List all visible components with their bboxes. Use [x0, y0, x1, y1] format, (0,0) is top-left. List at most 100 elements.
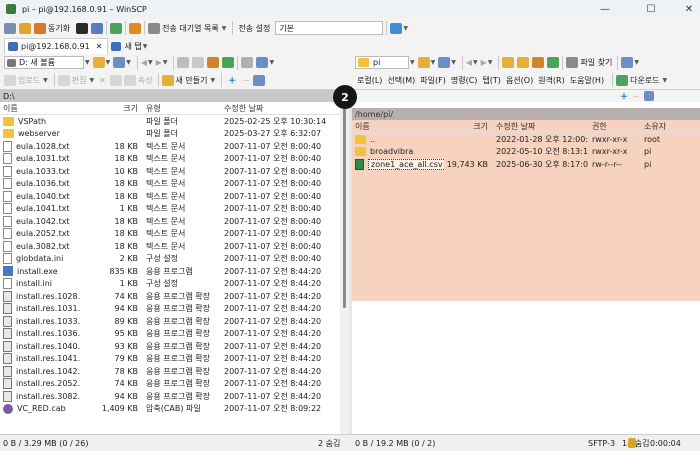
upload-icon[interactable] [4, 74, 16, 86]
download-button[interactable]: 다운로드 [630, 75, 659, 86]
local-file-row[interactable]: eula.1036.txt 18 KB 텍스트 문서 2007-11-07 오전… [0, 178, 340, 191]
remote-view-icon[interactable] [621, 57, 634, 68]
parent-dir-icon[interactable] [177, 57, 190, 68]
local-file-row[interactable]: webserver 파일 폴더 2025-03-27 오후 6:32:07 [0, 128, 340, 141]
menu-file[interactable]: 파일(F) [420, 75, 446, 86]
compare-icon[interactable] [19, 22, 31, 34]
session-icon[interactable] [4, 22, 16, 34]
menu-remote[interactable]: 원격(R) [538, 75, 565, 86]
remote-open-icon[interactable] [417, 57, 430, 68]
remote-back-icon[interactable]: ◀ [466, 58, 472, 67]
find-icon[interactable] [241, 57, 254, 68]
remote-filter-icon[interactable] [438, 57, 451, 68]
col-modified[interactable]: 수정한 날짜 [492, 121, 588, 132]
select-minus-icon[interactable]: － [242, 75, 250, 86]
col-rights[interactable]: 권한 [588, 121, 640, 132]
local-file-row[interactable]: install.res.3082.dll 94 KB 응용 프로그램 확장 20… [0, 390, 340, 403]
home-icon[interactable] [207, 57, 220, 68]
remote-file-row[interactable]: zone1_ace_all.csv 19,743 KB 2025-06-30 오… [352, 158, 700, 171]
col-owner[interactable]: 소유자 [640, 121, 680, 132]
local-file-row[interactable]: install.res.1028.dll 74 KB 응용 프로그램 확장 20… [0, 290, 340, 303]
remote-refresh-icon[interactable] [547, 57, 560, 68]
tab-new-chevron-icon[interactable]: ▼ [143, 43, 148, 50]
local-scrollbar-thumb[interactable] [343, 108, 346, 308]
local-scrollbar[interactable] [340, 102, 349, 434]
col-type[interactable]: 유형 [142, 103, 220, 114]
remote-dir-select[interactable]: pi [355, 56, 409, 69]
menu-help[interactable]: 도움말(H) [570, 75, 604, 86]
menu-tab[interactable]: 탭(T) [482, 75, 501, 86]
queue-chevron-down-icon[interactable]: ▼ [222, 25, 227, 32]
local-file-row[interactable]: install.res.2052.dll 74 KB 응용 프로그램 확장 20… [0, 378, 340, 391]
col-size[interactable]: 크기 [80, 103, 142, 114]
local-file-row[interactable]: VSPath 파일 폴더 2025-02-25 오후 10:30:14 [0, 115, 340, 128]
upload-button[interactable]: 업로드 [18, 75, 40, 86]
refresh-left-icon[interactable] [222, 57, 235, 68]
filter-icon[interactable] [113, 57, 126, 68]
local-file-row[interactable]: install.ini 1 KB 구성 설정 2007-11-07 오전 8:4… [0, 278, 340, 291]
filter-chevron-icon[interactable]: ▼ [126, 59, 131, 66]
open-folder-chevron-icon[interactable]: ▼ [106, 59, 111, 66]
minimize-button[interactable]: — [586, 0, 624, 18]
maximize-button[interactable]: ☐ [632, 0, 670, 18]
remote-forward-icon[interactable]: ▶ [481, 58, 487, 67]
properties-icon[interactable] [123, 74, 136, 86]
root-dir-icon[interactable] [192, 57, 205, 68]
menu-select[interactable]: 선택(M) [387, 75, 415, 86]
local-file-row[interactable]: install.res.1042.dll 78 KB 응용 프로그램 확장 20… [0, 365, 340, 378]
remote-select-filter-icon[interactable] [644, 91, 654, 101]
tab-session[interactable]: pi@192.168.0.91 ✕ [4, 38, 109, 54]
local-file-row[interactable]: eula.3082.txt 18 KB 텍스트 문서 2007-11-07 오전… [0, 240, 340, 253]
col-name[interactable]: 이름 [0, 103, 80, 114]
select-filter-icon[interactable] [253, 74, 266, 86]
transfer-preset-select[interactable]: 기본 [275, 21, 384, 35]
drive-chevron-icon[interactable]: ▼ [85, 59, 90, 66]
local-file-row[interactable]: VC_RED.cab 1,409 KB 압축(CAB) 파일 2007-11-0… [0, 403, 340, 416]
col-name[interactable]: 이름 [352, 121, 444, 132]
find-files-icon[interactable] [566, 57, 579, 68]
console-icon[interactable] [76, 22, 89, 34]
local-file-row[interactable]: eula.1040.txt 18 KB 텍스트 문서 2007-11-07 오전… [0, 190, 340, 203]
edit-button[interactable]: 편집 [72, 75, 87, 86]
remote-root-icon[interactable] [517, 57, 530, 68]
putty-icon[interactable] [91, 22, 104, 34]
transfer-options-chevron-icon[interactable]: ▼ [403, 25, 408, 32]
local-file-row[interactable]: globdata.ini 2 KB 구성 설정 2007-11-07 오전 8:… [0, 253, 340, 266]
local-file-row[interactable]: install.exe 835 KB 응용 프로그램 2007-11-07 오전… [0, 265, 340, 278]
new-icon[interactable] [161, 74, 174, 86]
remote-file-row[interactable]: .. 2022-01-28 오후 12:00:38 rwxr-xr-x root [352, 133, 700, 146]
new-chevron-icon[interactable]: ▼ [211, 77, 216, 84]
local-file-row[interactable]: install.res.1041.dll 79 KB 응용 프로그램 확장 20… [0, 353, 340, 366]
local-file-row[interactable]: eula.1033.txt 10 KB 텍스트 문서 2007-11-07 오전… [0, 165, 340, 178]
local-path[interactable]: D:\ [0, 90, 349, 102]
col-modified[interactable]: 수정한 날짜 [220, 103, 330, 114]
local-file-row[interactable]: eula.1042.txt 18 KB 텍스트 문서 2007-11-07 오전… [0, 215, 340, 228]
download-chevron-icon[interactable]: ▼ [663, 77, 668, 84]
transfer-options-icon[interactable] [390, 22, 403, 34]
forward-icon[interactable]: ▶ [156, 58, 162, 67]
local-file-row[interactable]: install.res.1033.dll 89 KB 응용 프로그램 확장 20… [0, 315, 340, 328]
local-file-row[interactable]: install.res.1040.dll 93 KB 응용 프로그램 확장 20… [0, 340, 340, 353]
remote-file-row[interactable]: broadvibra 2022-05-10 오전 8:13:16 rwxr-xr… [352, 146, 700, 159]
local-file-row[interactable]: eula.1031.txt 18 KB 텍스트 문서 2007-11-07 오전… [0, 153, 340, 166]
local-file-row[interactable]: eula.2052.txt 18 KB 텍스트 문서 2007-11-07 오전… [0, 228, 340, 241]
sync-button[interactable]: 동기화 [48, 23, 70, 34]
close-button[interactable]: ✕ [670, 0, 700, 18]
properties-button[interactable]: 속성 [138, 75, 153, 86]
menu-local[interactable]: 로컬(L) [357, 75, 382, 86]
remote-dir-chevron-icon[interactable]: ▼ [410, 59, 415, 66]
edit-icon[interactable] [57, 74, 70, 86]
col-size[interactable]: 크기 [444, 121, 492, 132]
rename-icon[interactable] [109, 74, 122, 86]
remote-select-plus-icon[interactable]: ＋ [620, 91, 628, 102]
view-icon[interactable] [256, 57, 269, 68]
download-icon[interactable] [616, 74, 629, 86]
find-files-button[interactable]: 파일 찾기 [580, 57, 612, 68]
menu-command[interactable]: 명령(C) [451, 75, 478, 86]
local-file-row[interactable]: install.res.1036.dll 95 KB 응용 프로그램 확장 20… [0, 328, 340, 341]
tab-new[interactable]: 새 탭 ▼ [108, 38, 155, 54]
open-folder-icon[interactable] [92, 57, 105, 68]
remote-select-minus-icon[interactable]: － [632, 91, 640, 102]
back-icon[interactable]: ◀ [141, 58, 147, 67]
menu-options[interactable]: 옵션(O) [506, 75, 533, 86]
